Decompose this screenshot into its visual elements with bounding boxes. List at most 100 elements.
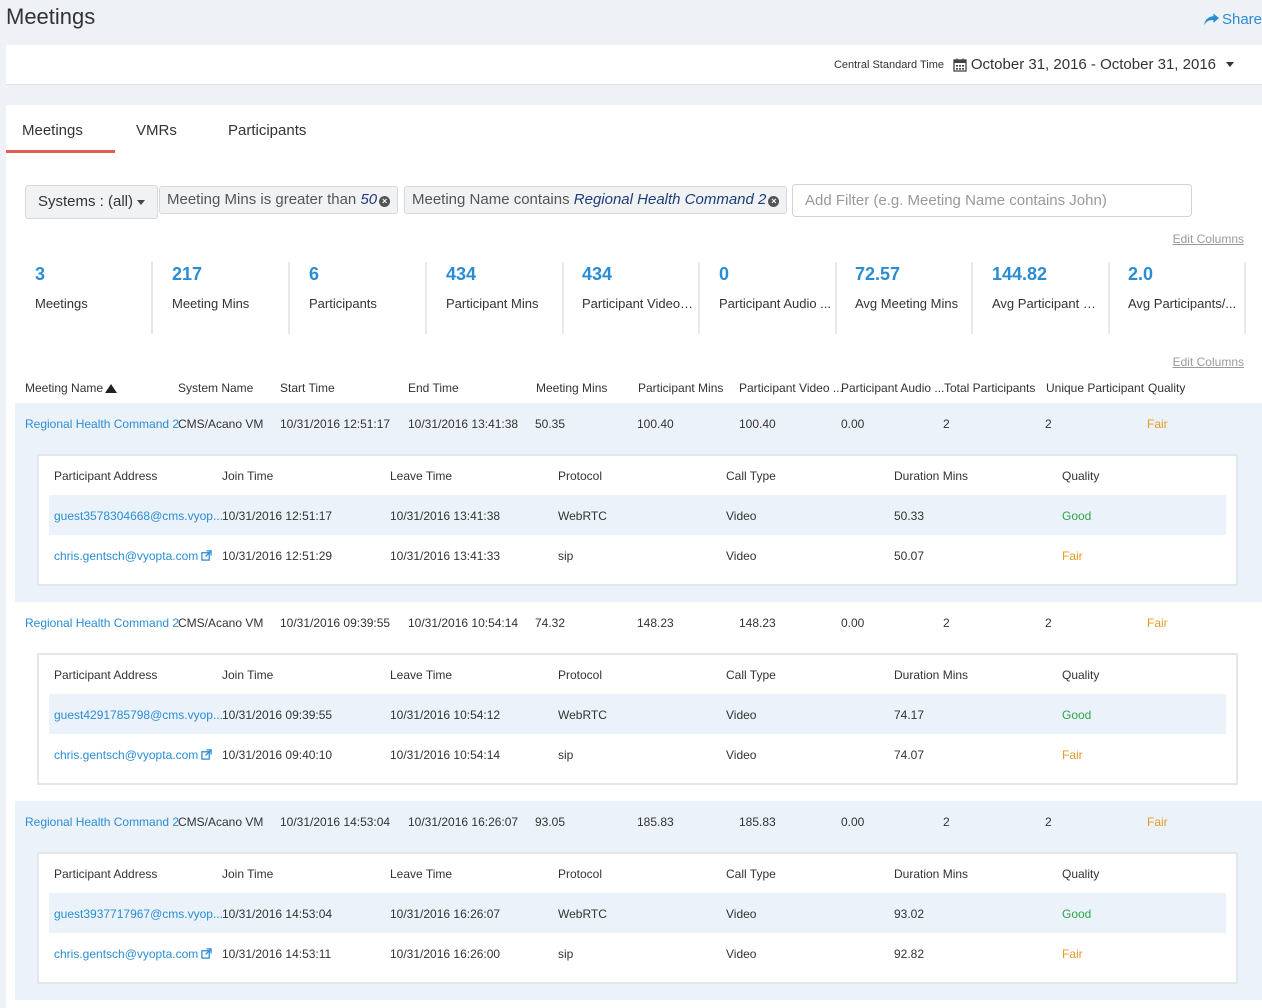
- tab-bar: Meetings VMRs Participants: [6, 105, 1262, 153]
- sub-header-address[interactable]: Participant Address: [54, 867, 157, 881]
- participant-mins: 100.40: [637, 417, 674, 431]
- join-time: 10/31/2016 14:53:04: [222, 907, 333, 921]
- sub-header-join-time[interactable]: Join Time: [222, 668, 273, 682]
- column-header-participant-mins[interactable]: Participant Mins: [638, 381, 723, 395]
- start-time: 10/31/2016 09:39:55: [280, 616, 391, 630]
- external-link-icon[interactable]: [201, 948, 212, 959]
- meeting-name-link[interactable]: Regional Health Command 2: [25, 417, 179, 431]
- sub-header-call-type[interactable]: Call Type: [726, 469, 776, 483]
- sub-header-address[interactable]: Participant Address: [54, 469, 157, 483]
- participant-row[interactable]: guest3578304668@cms.vyop... 10/31/2016 1…: [49, 495, 1226, 535]
- column-header-label: Meeting Name: [25, 381, 104, 395]
- kpi-value: 6: [309, 264, 320, 284]
- share-label: Share: [1221, 11, 1262, 28]
- participant-address-text: chris.gentsch@vyopta.com: [54, 549, 199, 563]
- external-link-icon[interactable]: [201, 550, 212, 561]
- kpi-meetings[interactable]: 3 Meetings: [16, 260, 153, 336]
- sub-header-leave-time[interactable]: Leave Time: [390, 867, 452, 881]
- sub-header-call-type[interactable]: Call Type: [726, 668, 776, 682]
- participant-address-link[interactable]: chris.gentsch@vyopta.com: [54, 947, 212, 961]
- sub-header-quality[interactable]: Quality: [1062, 867, 1099, 881]
- participant-address-text: chris.gentsch@vyopta.com: [54, 748, 199, 762]
- sub-header-join-time[interactable]: Join Time: [222, 469, 273, 483]
- share-button[interactable]: Share: [1203, 11, 1262, 28]
- kpi-avg-participant-mins[interactable]: 144.82 Avg Participant M...: [973, 260, 1110, 336]
- call-type: Video: [726, 509, 757, 523]
- systems-dropdown[interactable]: Systems : (all): [25, 185, 159, 219]
- date-range-picker[interactable]: October 31, 2016 - October 31, 2016: [953, 56, 1234, 73]
- calendar-icon: [953, 58, 967, 72]
- filter-chip-prefix: Meeting Mins is greater than: [167, 191, 357, 208]
- participant-audio-mins: 0.00: [841, 616, 865, 630]
- column-header-total-participants[interactable]: Total Participants: [944, 381, 1035, 395]
- remove-filter-icon[interactable]: ×: [768, 196, 780, 207]
- participant-row[interactable]: chris.gentsch@vyopta.com 10/31/2016 09:4…: [49, 734, 1226, 774]
- participant-address-link[interactable]: chris.gentsch@vyopta.com: [54, 549, 212, 563]
- quality-badge: Good: [1062, 907, 1092, 921]
- sub-header-duration[interactable]: Duration Mins: [894, 668, 968, 682]
- sub-header-quality[interactable]: Quality: [1062, 668, 1099, 682]
- sub-header-join-time[interactable]: Join Time: [222, 867, 273, 881]
- column-header-meeting-name[interactable]: Meeting Name: [25, 381, 118, 395]
- sub-header-leave-time[interactable]: Leave Time: [390, 469, 452, 483]
- tab-meetings[interactable]: Meetings: [22, 122, 83, 139]
- tab-participants[interactable]: Participants: [228, 122, 306, 139]
- call-type: Video: [726, 748, 757, 762]
- participant-row[interactable]: guest3937717967@cms.vyop... 10/31/2016 1…: [49, 893, 1226, 933]
- participant-audio-mins: 0.00: [841, 417, 865, 431]
- meeting-row[interactable]: Regional Health Command 2 CMS/Acano VM 1…: [15, 602, 1262, 642]
- edit-columns-link-kpis[interactable]: Edit Columns: [1173, 232, 1244, 246]
- remove-filter-icon[interactable]: ×: [379, 196, 391, 207]
- active-tab-indicator: [6, 150, 115, 153]
- participant-video-mins: 185.83: [739, 815, 776, 829]
- meeting-row[interactable]: Regional Health Command 2 CMS/Acano VM 1…: [15, 801, 1262, 841]
- column-header-start-time[interactable]: Start Time: [280, 381, 335, 395]
- kpi-participants[interactable]: 6 Participants: [290, 260, 427, 336]
- sub-header-protocol[interactable]: Protocol: [558, 668, 602, 682]
- participant-address-link[interactable]: chris.gentsch@vyopta.com: [54, 748, 212, 762]
- participant-address-link[interactable]: guest3578304668@cms.vyop...: [54, 509, 223, 523]
- meeting-name-link[interactable]: Regional Health Command 2: [25, 616, 179, 630]
- meeting-mins: 50.35: [535, 417, 566, 431]
- kpi-participant-mins[interactable]: 434 Participant Mins: [427, 260, 564, 336]
- meeting-mins: 93.05: [535, 815, 566, 829]
- kpi-avg-participants[interactable]: 2.0 Avg Participants/...: [1109, 260, 1246, 336]
- column-header-system-name[interactable]: System Name: [178, 381, 253, 395]
- column-header-participant-audio[interactable]: Participant Audio ...: [841, 381, 944, 395]
- column-header-end-time[interactable]: End Time: [408, 381, 459, 395]
- external-link-icon[interactable]: [201, 749, 212, 760]
- add-filter-input[interactable]: [792, 184, 1192, 217]
- participant-row[interactable]: chris.gentsch@vyopta.com 10/31/2016 14:5…: [49, 933, 1226, 973]
- participant-row[interactable]: guest4291785798@cms.vyop... 10/31/2016 0…: [49, 694, 1226, 734]
- duration-mins: 50.07: [894, 549, 925, 563]
- sub-header-protocol[interactable]: Protocol: [558, 867, 602, 881]
- participant-mins: 185.83: [637, 815, 674, 829]
- column-header-unique-participant[interactable]: Unique Participant: [1046, 381, 1144, 395]
- kpi-participant-video-mins[interactable]: 434 Participant Video ...: [563, 260, 700, 336]
- sub-header-duration[interactable]: Duration Mins: [894, 469, 968, 483]
- protocol: sip: [558, 947, 574, 961]
- participant-address-link[interactable]: guest3937717967@cms.vyop...: [54, 907, 223, 921]
- sub-header-call-type[interactable]: Call Type: [726, 867, 776, 881]
- column-header-participant-video[interactable]: Participant Video ...: [739, 381, 843, 395]
- unique-participants: 2: [1045, 417, 1052, 431]
- participant-address-link[interactable]: guest4291785798@cms.vyop...: [54, 708, 223, 722]
- sub-header-quality[interactable]: Quality: [1062, 469, 1099, 483]
- tab-vmrs[interactable]: VMRs: [136, 122, 177, 139]
- kpi-participant-audio-mins[interactable]: 0 Participant Audio ...: [700, 260, 837, 336]
- sub-header-duration[interactable]: Duration Mins: [894, 867, 968, 881]
- kpi-avg-meeting-mins[interactable]: 72.57 Avg Meeting Mins: [836, 260, 973, 336]
- end-time: 10/31/2016 16:26:07: [408, 815, 519, 829]
- meeting-name-link[interactable]: Regional Health Command 2: [25, 815, 179, 829]
- sub-header-protocol[interactable]: Protocol: [558, 469, 602, 483]
- participant-row[interactable]: chris.gentsch@vyopta.com 10/31/2016 12:5…: [49, 535, 1226, 575]
- meeting-row[interactable]: Regional Health Command 2 CMS/Acano VM 1…: [15, 403, 1262, 443]
- sub-header-leave-time[interactable]: Leave Time: [390, 668, 452, 682]
- quality-badge: Fair: [1147, 616, 1168, 630]
- edit-columns-link-table[interactable]: Edit Columns: [1173, 355, 1244, 369]
- leave-time: 10/31/2016 10:54:14: [390, 748, 501, 762]
- column-header-meeting-mins[interactable]: Meeting Mins: [536, 381, 607, 395]
- kpi-meeting-mins[interactable]: 217 Meeting Mins: [153, 260, 290, 336]
- column-header-quality[interactable]: Quality: [1148, 381, 1185, 395]
- sub-header-address[interactable]: Participant Address: [54, 668, 157, 682]
